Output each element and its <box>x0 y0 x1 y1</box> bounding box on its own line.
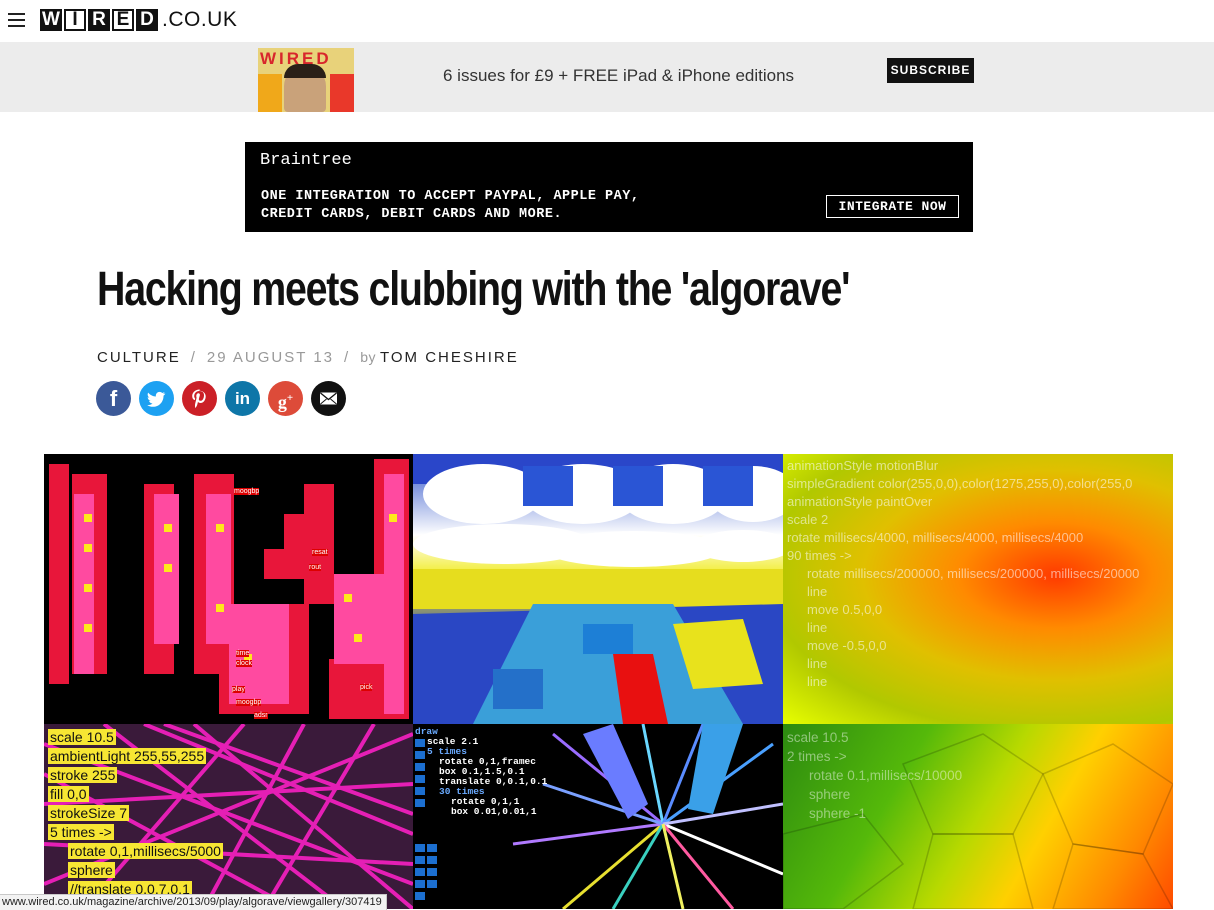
logo-letter: I <box>64 9 86 31</box>
logo-suffix: .CO.UK <box>162 8 238 31</box>
code-line: scale 2 <box>787 512 829 527</box>
gallery-panel-burst-code: draw scale 2.1 5 times rotate 0,1,framec… <box>413 724 783 909</box>
code-line: 90 times -> <box>787 548 852 563</box>
share-buttons: f in g+ <box>96 381 354 416</box>
code-line: box 0.01,0.01,1 <box>451 806 537 817</box>
section-link[interactable]: CULTURE <box>97 349 181 366</box>
code-line: fill 0,0 <box>48 786 89 802</box>
algorave-gallery-image[interactable]: moogbp resat rout clock play time moogbp… <box>44 454 1173 909</box>
cover-title: WIRED <box>260 49 332 68</box>
gallery-panel-blocks <box>413 454 783 724</box>
patch-label: clock <box>236 660 252 667</box>
code-line: animationStyle paintOver <box>787 494 933 509</box>
magazine-cover[interactable]: WIRED <box>258 48 354 112</box>
patch-label: moogbp <box>236 699 262 706</box>
code-line: sphere -1 <box>809 806 867 821</box>
status-bar-url: www.wired.co.uk/magazine/archive/2013/09… <box>0 894 387 910</box>
by-label: by <box>360 349 376 365</box>
subscribe-offer[interactable]: 6 issues for £9 + FREE iPad & iPhone edi… <box>443 66 794 86</box>
code-line: stroke 255 <box>48 767 118 783</box>
googleplus-share-button[interactable]: g+ <box>268 381 303 416</box>
facebook-icon: f <box>109 386 118 411</box>
linkedin-icon: in <box>234 389 251 408</box>
subscribe-button[interactable]: SUBSCRIBE <box>887 58 974 83</box>
patch-label: pick <box>360 684 373 691</box>
code-line: rotate millisecs/200000, millisecs/20000… <box>807 566 1140 581</box>
code-line: scale 10.5 <box>48 729 116 745</box>
code-line: sphere <box>68 862 115 878</box>
code-line: animationStyle motionBlur <box>787 458 939 473</box>
gallery-panel-voronoi-code: scale 10.5 2 times -> rotate 0.1,millise… <box>783 724 1173 909</box>
code-line: scale 10.5 <box>787 730 849 745</box>
ad-brand: Braintree <box>260 151 352 170</box>
twitter-share-button[interactable] <box>139 381 174 416</box>
menu-icon[interactable] <box>8 13 25 27</box>
integrate-now-button[interactable]: INTEGRATE NOW <box>826 195 959 218</box>
googleplus-icon: g+ <box>277 392 294 412</box>
code-line: line <box>807 674 828 689</box>
linkedin-share-button[interactable]: in <box>225 381 260 416</box>
article-date: 29 AUGUST 13 <box>206 349 335 366</box>
gallery-panel-lines-code: scale 10.5 ambientLight 255,55,255 strok… <box>44 724 413 909</box>
patch-label: time <box>236 650 250 657</box>
logo-letter: E <box>112 9 134 31</box>
logo-letter: R <box>88 9 110 31</box>
code-line: sphere <box>809 787 851 802</box>
wired-logo[interactable]: W I R E D .CO.UK <box>40 8 237 32</box>
meta-separator: / <box>190 349 197 366</box>
article-meta: CULTURE / 29 AUGUST 13 / by TOM CHESHIRE <box>97 349 519 366</box>
patch-label: rout <box>309 564 322 571</box>
gallery-panel-gradient-code: animationStyle motionBlur simpleGradient… <box>783 454 1173 724</box>
subscribe-banner: WIRED 6 issues for £9 + FREE iPad & iPho… <box>0 42 1214 112</box>
code-line: line <box>807 656 828 671</box>
code-line: 5 times -> <box>48 824 114 840</box>
code-line: move -0.5,0,0 <box>807 638 887 653</box>
code-line: rotate millisecs/4000, millisecs/4000, m… <box>787 530 1084 545</box>
logo-letter: D <box>136 9 158 31</box>
email-share-button[interactable] <box>311 381 346 416</box>
gallery-panel-patch: moogbp resat rout clock play time moogbp… <box>44 454 413 724</box>
code-line: strokeSize 7 <box>48 805 130 821</box>
email-icon <box>311 381 346 416</box>
code-line: 2 times -> <box>787 749 847 764</box>
patch-label: adsr <box>254 712 268 719</box>
author-link[interactable]: TOM CHESHIRE <box>380 349 519 366</box>
pinterest-icon <box>182 381 217 416</box>
article-title: Hacking meets clubbing with the 'algorav… <box>97 263 850 316</box>
code-line: line <box>807 620 828 635</box>
patch-label: moogbp <box>234 488 260 495</box>
code-line: line <box>807 584 828 599</box>
ad-copy-line1: ONE INTEGRATION TO ACCEPT PAYPAL, APPLE … <box>261 189 640 204</box>
code-line: rotate 0,1,millisecs/5000 <box>68 843 223 859</box>
braintree-ad[interactable]: Braintree ONE INTEGRATION TO ACCEPT PAYP… <box>245 142 973 232</box>
ad-copy-line2: CREDIT CARDS, DEBIT CARDS AND MORE. <box>261 207 563 222</box>
code-line: rotate 0.1,millisecs/10000 <box>809 768 963 783</box>
patch-label: resat <box>312 549 328 556</box>
pinterest-share-button[interactable] <box>182 381 217 416</box>
meta-separator: / <box>344 349 351 366</box>
code-line: simpleGradient color(255,0,0),color(1275… <box>787 476 1133 491</box>
patch-label: play <box>232 686 245 693</box>
logo-letter: W <box>40 9 62 31</box>
facebook-share-button[interactable]: f <box>96 381 131 416</box>
code-line: move 0.5,0,0 <box>807 602 883 617</box>
code-line: ambientLight 255,55,255 <box>48 748 207 764</box>
top-bar: W I R E D .CO.UK <box>0 0 1214 42</box>
twitter-icon <box>139 381 174 416</box>
